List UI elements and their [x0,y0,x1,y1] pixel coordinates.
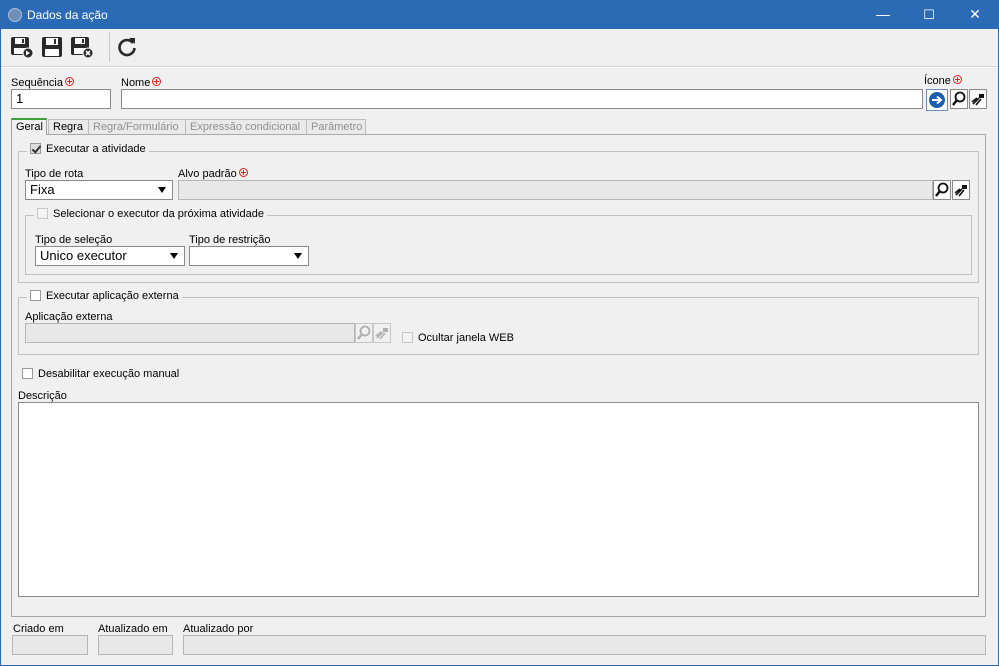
save-new-button[interactable] [9,34,35,60]
select-executor-checkbox[interactable] [37,208,48,219]
updated-input [98,635,173,655]
description-label: Descrição [18,390,67,402]
name-label: Nome [121,77,162,89]
tab-parametro[interactable]: Parâmetro [306,119,366,135]
external-app-search-button[interactable] [355,323,373,343]
icon-search-button[interactable] [950,89,968,109]
route-type-label: Tipo de rota [25,168,84,180]
hide-web-checkbox[interactable] [402,332,413,343]
sequence-input[interactable]: 1 [11,89,111,109]
select-executor-label: Selecionar o executor da próxima ativida… [53,208,264,220]
external-app-label: Executar aplicação externa [46,290,179,302]
icon-clear-button[interactable] [969,89,987,109]
required-icon [152,77,162,86]
toolbar [1,29,998,67]
eraser-icon [375,328,388,340]
default-target-label-text: Alvo padrão [178,168,237,180]
default-target-label: Alvo padrão [178,168,248,180]
hide-web-option: Ocultar janela WEB [402,332,514,344]
created-input [12,635,88,655]
magnifier-icon [952,91,966,106]
updated-by-input [183,635,986,655]
name-input[interactable] [121,89,923,109]
icon-label-text: Ícone [924,75,951,87]
execute-activity-legend: Executar a atividade [27,143,149,155]
save-icon [42,37,62,57]
disable-manual-label: Desabilitar execução manual [38,368,180,380]
route-type-select[interactable]: Fixa [25,180,173,200]
external-app-field-label: Aplicação externa [25,311,113,323]
disable-manual-option: Desabilitar execução manual [22,368,179,380]
created-label: Criado em [13,623,64,635]
eraser-icon [971,94,984,106]
refresh-button[interactable] [114,34,140,60]
save-close-button[interactable] [69,34,95,60]
icon-label: Ícone [924,75,962,87]
external-app-clear-button[interactable] [373,323,391,343]
external-app-legend: Executar aplicação externa [27,290,182,302]
hide-web-label: Ocultar janela WEB [418,332,514,344]
description-textarea[interactable] [18,402,979,597]
restriction-type-label: Tipo de restrição [189,234,271,246]
route-type-value: Fixa [30,182,55,197]
default-target-clear-button[interactable] [952,180,970,200]
required-icon [65,77,74,86]
title-bar: Dados da ação — ☐ ✕ [0,0,999,29]
app-icon [8,8,22,22]
external-app-checkbox[interactable] [30,290,41,301]
default-target-search-button[interactable] [933,180,951,200]
save-button[interactable] [39,34,65,60]
chevron-down-icon [170,253,178,259]
required-icon [238,168,248,177]
minimize-button[interactable]: — [860,0,906,29]
name-label-text: Nome [121,77,151,89]
tab-expressao-condicional[interactable]: Expressão condicional [185,119,307,135]
restriction-type-select[interactable] [189,246,309,266]
select-executor-group [25,215,972,275]
toolbar-separator [109,32,110,62]
selection-type-select[interactable]: Unico executor [35,246,185,266]
refresh-icon [118,38,136,57]
chevron-down-icon [294,253,302,259]
arrow-right-circle-icon [929,92,945,108]
eraser-icon [954,185,967,197]
updated-by-label: Atualizado por [183,623,254,635]
select-executor-legend: Selecionar o executor da próxima ativida… [34,208,267,220]
selection-type-value: Unico executor [40,248,127,263]
updated-label: Atualizado em [98,623,168,635]
magnifier-icon [935,182,949,197]
sequence-label: Sequência [11,77,74,89]
disable-manual-checkbox[interactable] [22,368,33,379]
default-target-input[interactable] [178,180,933,200]
save-new-icon [11,37,34,59]
external-app-input[interactable] [25,323,355,343]
required-icon [952,75,962,84]
magnifier-icon [357,325,371,340]
tab-geral[interactable]: Geral [11,118,47,135]
close-button[interactable]: ✕ [952,0,998,29]
save-close-icon [71,37,94,59]
sequence-label-text: Sequência [11,77,63,89]
window-title: Dados da ação [27,8,108,22]
maximize-button[interactable]: ☐ [906,0,952,29]
tab-regra-formulario[interactable]: Regra/Formulário [88,119,194,135]
execute-activity-label: Executar a atividade [46,143,146,155]
icon-preview-button[interactable] [926,89,948,111]
chevron-down-icon [158,187,166,193]
execute-activity-checkbox[interactable] [30,143,41,154]
selection-type-label: Tipo de seleção [35,234,113,246]
